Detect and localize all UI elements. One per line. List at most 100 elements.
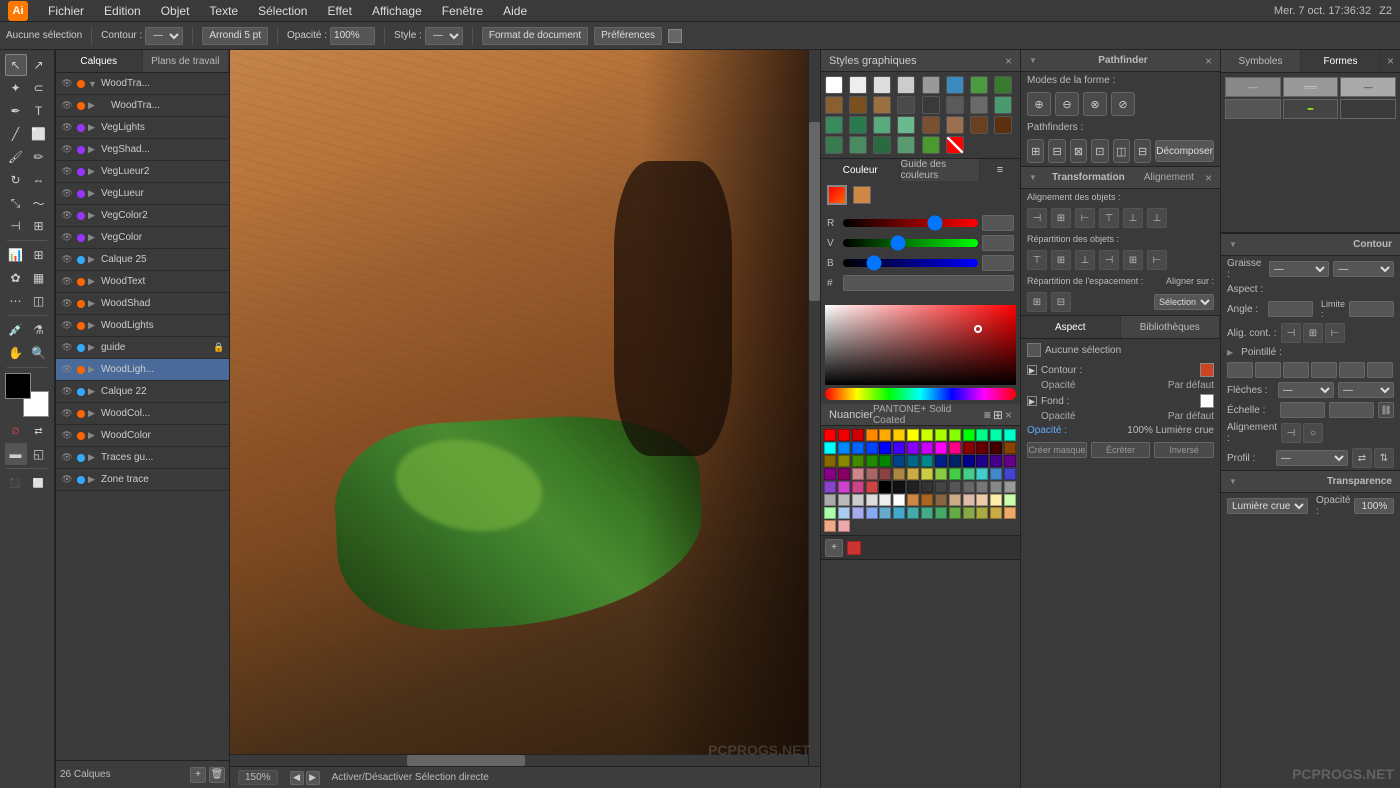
nuancier-swatch[interactable] (824, 429, 836, 441)
nuancier-swatch[interactable] (852, 429, 864, 441)
layer-visibility-icon[interactable]: 👁 (60, 430, 74, 441)
nuancier-swatch[interactable] (879, 468, 891, 480)
style-swatch[interactable] (849, 136, 867, 154)
v-value[interactable] (982, 235, 1014, 251)
profile-flip-v-btn[interactable]: ⇅ (1374, 448, 1394, 468)
nuancier-swatch[interactable] (838, 507, 850, 519)
nuancier-swatch[interactable] (949, 481, 961, 493)
transform-collapse[interactable]: ▼ (1029, 173, 1037, 182)
scale-start-input[interactable] (1280, 402, 1325, 418)
symbols-panel-close[interactable]: × (1381, 50, 1400, 72)
scale-tool[interactable]: ⤡ (5, 192, 27, 214)
round-btn[interactable]: Arrondi 5 pt (202, 27, 268, 45)
style-swatch[interactable] (825, 136, 843, 154)
stroke-weight-unit[interactable]: — (1333, 261, 1394, 277)
nuancier-swatch[interactable] (824, 442, 836, 454)
nuancier-swatch[interactable] (893, 455, 905, 467)
layer-visibility-icon[interactable]: 👁 (60, 166, 74, 177)
nuancier-swatch[interactable] (949, 455, 961, 467)
b-slider[interactable] (843, 259, 978, 267)
artboard-tool[interactable]: ⬛ (5, 472, 27, 494)
eraser-tool[interactable]: ◫ (28, 290, 50, 312)
arrow-end-select[interactable]: — (1338, 382, 1394, 398)
style-swatch[interactable] (994, 96, 1012, 114)
layer-item[interactable]: 👁▶Zone trace (56, 469, 229, 491)
layer-visibility-icon[interactable]: 👁 (60, 386, 74, 397)
nuancier-swatch[interactable] (963, 494, 975, 506)
tab-guide-couleurs[interactable]: Guide des couleurs (901, 159, 981, 181)
nuancier-swatch[interactable] (866, 455, 878, 467)
foreground-color-swatch[interactable] (5, 373, 31, 399)
nuancier-swatch[interactable] (935, 429, 947, 441)
dist-space-v-btn[interactable]: ⊞ (1027, 292, 1047, 312)
stroke-color-swatch[interactable] (827, 185, 847, 205)
blend-tool[interactable]: ⚗ (28, 319, 50, 341)
fill-appear-expand[interactable]: ▶ (1027, 396, 1037, 406)
style-swatch[interactable] (897, 136, 915, 154)
lasso-tool[interactable]: ⊂ (28, 77, 50, 99)
stroke-limit-input[interactable] (1349, 301, 1394, 317)
outline-btn[interactable]: ◫ (1113, 139, 1130, 163)
transparency-collapse[interactable]: ▼ (1229, 477, 1237, 486)
shape-item[interactable] (1225, 99, 1281, 119)
decompose-btn[interactable]: Décomposer (1155, 140, 1214, 162)
shape-item[interactable]: — (1340, 77, 1396, 97)
nuancier-swatch[interactable] (935, 481, 947, 493)
unite-btn[interactable]: ⊕ (1027, 92, 1051, 116)
layer-item[interactable]: 👁▶WoodTra... (56, 95, 229, 117)
menu-fenetre[interactable]: Fenêtre (438, 2, 487, 20)
layer-visibility-icon[interactable]: 👁 (60, 232, 74, 243)
fill-color-appear[interactable] (1200, 394, 1214, 408)
stroke-mode-btn[interactable]: ◱ (28, 443, 50, 465)
menu-affichage[interactable]: Affichage (368, 2, 426, 20)
style-swatch[interactable] (873, 136, 891, 154)
nuancier-swatch[interactable] (907, 468, 919, 480)
screen-mode-btn[interactable]: ⬜ (28, 472, 50, 494)
style-swatch[interactable] (946, 116, 964, 134)
opacity-input[interactable] (330, 27, 375, 45)
layer-expand-icon[interactable]: ▶ (88, 342, 98, 353)
nuancier-swatch[interactable] (866, 429, 878, 441)
blend-mode-select[interactable]: Lumière crue (1227, 498, 1308, 514)
layer-expand-icon[interactable]: ▶ (88, 144, 98, 155)
nuancier-swatch[interactable] (838, 429, 850, 441)
nuancier-swatch[interactable] (879, 455, 891, 467)
nuancier-swatch[interactable] (921, 481, 933, 493)
nuancier-swatch[interactable] (949, 429, 961, 441)
style-swatch[interactable] (946, 96, 964, 114)
rotate-tool[interactable]: ↻ (5, 169, 27, 191)
space-1[interactable] (1255, 362, 1281, 378)
shape-item[interactable]: ══ (1283, 77, 1339, 97)
arrow-start-select[interactable]: — (1278, 382, 1334, 398)
dist-right-btn[interactable]: ⊢ (1147, 250, 1167, 270)
layer-expand-icon[interactable]: ▶ (88, 320, 98, 331)
menu-objet[interactable]: Objet (157, 2, 194, 20)
tab-symboles[interactable]: Symboles (1221, 50, 1301, 72)
nuancier-swatch[interactable] (893, 481, 905, 493)
nuancier-swatch[interactable] (852, 468, 864, 480)
v-slider[interactable] (843, 239, 978, 247)
layer-expand-icon[interactable]: ▶ (88, 430, 98, 441)
align-center-h-btn[interactable]: ⊞ (1051, 208, 1071, 228)
nuancier-swatch[interactable] (852, 507, 864, 519)
nuancier-swatch[interactable] (879, 507, 891, 519)
style-swatch[interactable] (825, 96, 843, 114)
layer-item[interactable]: 👁▶Calque 22 (56, 381, 229, 403)
divide-btn[interactable]: ⊞ (1027, 139, 1044, 163)
selection-tool[interactable]: ↖ (5, 54, 27, 76)
shape-item[interactable]: — (1225, 77, 1281, 97)
layer-visibility-icon[interactable]: 👁 (60, 78, 74, 89)
menu-effet[interactable]: Effet (323, 2, 355, 20)
mesh-tool[interactable]: ⊞ (28, 244, 50, 266)
rect-tool[interactable]: ⬜ (28, 123, 50, 145)
stroke-align-inside-btn[interactable]: ⊣ (1281, 323, 1301, 343)
layer-item[interactable]: 👁▼WoodTra... (56, 73, 229, 95)
dist-top-btn[interactable]: ⊤ (1027, 250, 1047, 270)
menu-texte[interactable]: Texte (205, 2, 242, 20)
stroke-appear-expand[interactable]: ▶ (1027, 365, 1037, 375)
layer-expand-icon[interactable]: ▶ (88, 122, 98, 133)
nuancier-swatch[interactable] (824, 455, 836, 467)
hand-tool[interactable]: ✋ (5, 342, 27, 364)
nuancier-swatch[interactable] (838, 468, 850, 480)
exclude-btn[interactable]: ⊘ (1111, 92, 1135, 116)
